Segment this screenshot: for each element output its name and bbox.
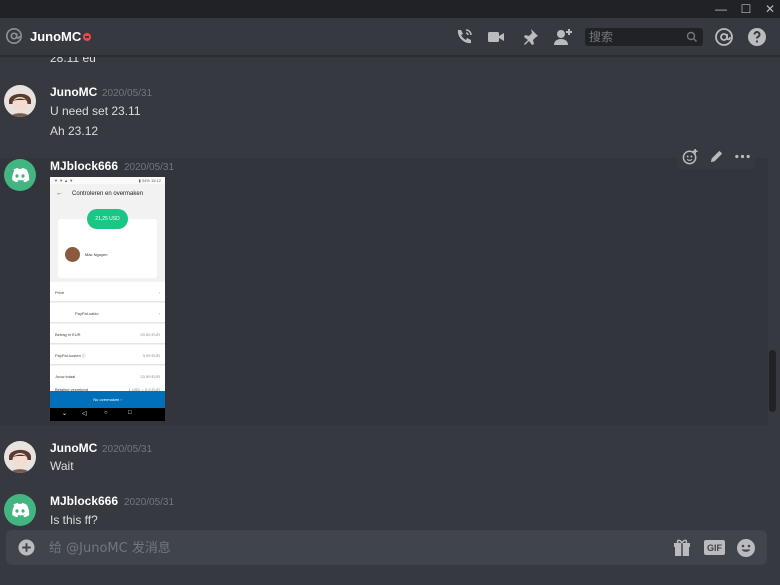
footer-spacer [0,565,780,585]
message-list: 28.11 eu JunoMC 2020/05/31 U need set 23… [0,57,768,529]
channel-name: JunoMC [30,29,82,44]
phone-row: Jouw totaal 23,99 EUR [50,366,165,386]
phone-nav-bar: ⌄ ◁ ○ □ [50,408,165,421]
search-input[interactable] [589,29,681,45]
close-window-button[interactable]: ✕ [757,0,780,18]
channel-header: JunoMC [0,18,780,56]
message-timestamp: 2020/05/31 [102,444,153,455]
message-composer: GIF [6,530,767,565]
gift-icon[interactable] [672,538,692,558]
message-scrollbar[interactable] [769,350,776,412]
message-text: U need set 23.11 [50,104,141,118]
search-box[interactable] [585,28,703,46]
status-dnd-icon [83,33,91,41]
phone-recipient-avatar [65,247,80,262]
phone-row: Betrag in EUR 20,00 EUR [50,324,165,344]
avatar[interactable] [4,159,36,191]
message-author[interactable]: MJblock666 [50,494,118,508]
edit-icon[interactable] [708,148,725,165]
message-action-bar [677,143,755,169]
phone-recipient-name: Mac Nguyen [85,252,108,257]
message-timestamp: 2020/05/31 [124,162,175,173]
phone-row: Privé › [50,282,165,302]
pin-icon[interactable] [520,27,540,47]
message-input[interactable] [49,539,649,557]
avatar[interactable] [4,85,36,117]
mention-icon[interactable] [714,27,734,47]
message-author[interactable]: JunoMC [50,85,97,99]
phone-transfer-button: Nu overmaken › [50,391,165,408]
add-attachment-icon[interactable] [18,539,35,556]
image-attachment[interactable]: ▼ ▼ ▲ ▼ ▮ 34% 15:12 ← Controleren en ove… [50,177,165,421]
window-titlebar: — ☐ ✕ [0,0,780,18]
phone-status-right: ▮ 34% 15:12 [138,178,161,183]
message-text: Is this ff? [50,513,98,527]
more-icon[interactable] [734,148,751,165]
message-text: Wait [50,459,74,473]
add-friend-icon[interactable] [553,27,573,47]
message-timestamp: 2020/05/31 [124,497,175,508]
phone-amount-pill: 21,25 USD [87,209,128,229]
video-call-icon[interactable] [486,27,506,47]
message-text: Ah 23.12 [50,124,99,138]
add-reaction-icon[interactable] [682,148,699,165]
message-author[interactable]: MJblock666 [50,159,118,173]
emoji-icon[interactable] [736,538,756,558]
at-icon [5,27,23,45]
phone-status-left: ▼ ▼ ▲ ▼ [54,178,74,183]
phone-call-icon[interactable] [454,27,474,47]
avatar[interactable] [4,441,36,473]
phone-row: PayPal-saldo › [50,303,165,323]
phone-row: PayPal-kosten ⓘ 3,99 EUR [50,345,165,365]
avatar[interactable] [4,494,36,526]
message-timestamp: 2020/05/31 [102,88,153,99]
phone-back-arrow: ← [56,190,63,197]
search-icon [686,31,697,42]
message-text: 28.11 eu [50,57,96,65]
minimize-button[interactable]: — [708,0,734,18]
phone-screen-title: Controleren en overmaken [72,191,144,197]
message-author[interactable]: JunoMC [50,441,97,455]
phone-status-bar: ▼ ▼ ▲ ▼ ▮ 34% 15:12 [50,177,165,184]
maximize-button[interactable]: ☐ [733,0,759,18]
help-icon[interactable] [747,27,767,47]
gif-icon[interactable]: GIF [704,540,725,555]
